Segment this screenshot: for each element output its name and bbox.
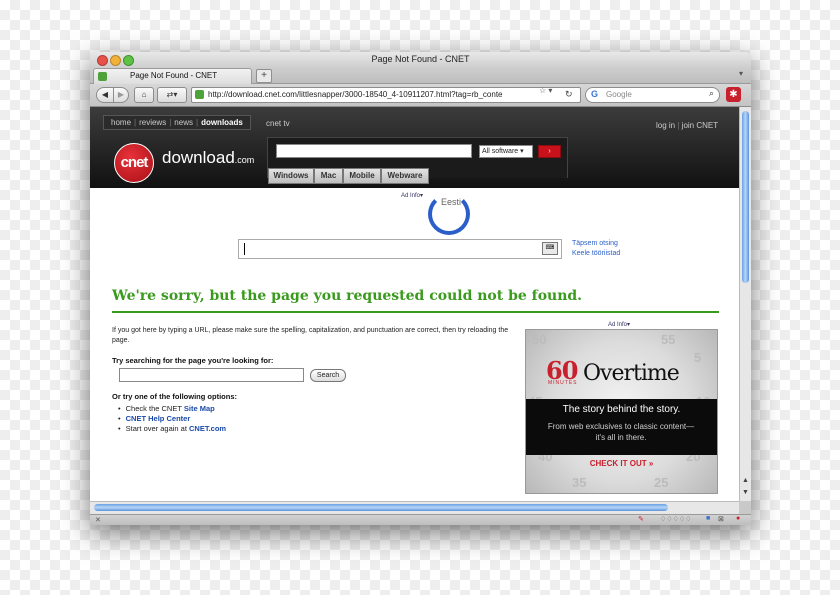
page-viewport: home | reviews | news | downloads cnet tv log … <box>90 107 739 501</box>
scroll-up-icon[interactable]: ▲ <box>742 477 749 484</box>
site-map-link[interactable]: Site Map <box>184 404 215 413</box>
addon-icon[interactable]: ✱ <box>726 87 741 102</box>
tab-page-not-found[interactable]: Page Not Found - CNET <box>93 68 252 84</box>
help-center-link[interactable]: CNET Help Center <box>126 414 191 423</box>
cnet-search-go-button[interactable]: › <box>538 145 561 158</box>
software-select-value: All software <box>482 148 519 155</box>
ad-info-top-label: Ad Info <box>401 193 421 199</box>
new-tab-button[interactable]: + <box>256 69 272 83</box>
nav-cnet-tv[interactable]: cnet tv <box>266 119 290 128</box>
url-text[interactable]: http://download.cnet.com/littlesnapper/3… <box>208 90 503 99</box>
url-favicon-icon <box>195 90 204 99</box>
list-item: Start over again at CNET.com <box>118 424 226 434</box>
options-list: Check the CNET Site Map CNET Help Center… <box>118 404 226 434</box>
vertical-scrollbar[interactable]: ▲ ▼ <box>739 107 751 501</box>
horizontal-scrollbar[interactable] <box>90 501 739 514</box>
addon-status-icon[interactable]: ✎ <box>638 515 644 523</box>
window-title: Page Not Found - CNET <box>371 54 470 64</box>
rating-stars-icon: ♢♢♢♢♢ <box>660 516 692 523</box>
error-heading: We're sorry, but the page you requested … <box>112 288 583 304</box>
browser-window: Page Not Found - CNET Page Not Found - C… <box>90 52 751 525</box>
tab-list-icon[interactable]: ▾ <box>739 69 743 78</box>
options-label: Or try one of the following options: <box>112 392 237 401</box>
download-logo[interactable]: download.com <box>162 148 254 168</box>
forward-button[interactable]: ▶ <box>113 87 129 103</box>
nav-home[interactable]: home <box>108 118 134 127</box>
close-status-icon[interactable]: ✕ <box>95 516 101 524</box>
option-text: Check the CNET <box>125 404 184 413</box>
url-bar[interactable]: http://download.cnet.com/littlesnapper/3… <box>191 87 581 103</box>
tab-mac[interactable]: Mac <box>314 168 343 184</box>
google-search-input[interactable] <box>238 239 562 259</box>
ad-info-side[interactable]: Ad Info▾ <box>608 321 630 328</box>
dial-number: 25 <box>654 475 669 490</box>
tab-bar: Page Not Found - CNET + ▾ <box>90 67 751 84</box>
login-link[interactable]: log in <box>656 121 675 130</box>
nav-reviews[interactable]: reviews <box>136 118 169 127</box>
scroll-down-icon[interactable]: ▼ <box>742 489 749 496</box>
check-it-out-link[interactable]: CHECK IT OUT » <box>526 459 717 468</box>
try-search-label: Try searching for the page you're lookin… <box>112 356 274 365</box>
ad-info-top[interactable]: Ad Info▾ <box>401 192 423 199</box>
list-item: CNET Help Center <box>118 414 226 424</box>
title-bar: Page Not Found - CNET <box>90 52 751 67</box>
overtime-ad[interactable]: 55 5 50 10 45 15 40 20 35 25 60 MINUTES … <box>525 329 718 494</box>
ad-headline: The story behind the story. <box>562 404 681 415</box>
error-body: If you got here by typing a URL, please … <box>112 327 509 344</box>
navigation-toolbar: ◀ ▶ ⌂ ⇄▾ http://download.cnet.com/little… <box>90 84 751 107</box>
reload-icon[interactable]: ↻ <box>565 89 573 100</box>
heading-rule <box>112 311 719 313</box>
option-text: Start over again at <box>125 424 190 433</box>
nav-news[interactable]: news <box>171 118 196 127</box>
status-bar: ✕ ✎ ♢♢♢♢♢ ■ ⊠ ● <box>90 514 751 525</box>
cnet-header: home | reviews | news | downloads cnet tv log … <box>90 107 739 188</box>
tab-label: Page Not Found - CNET <box>130 71 218 80</box>
cnet-logo[interactable]: cnet <box>114 143 154 183</box>
cnet-search-input[interactable] <box>276 144 472 158</box>
ad-subtext: From web exclusives to classic content—i… <box>547 422 695 442</box>
ad-info-side-label: Ad Info <box>608 322 628 328</box>
download-logo-text: download <box>162 148 235 167</box>
minutes-label: MINUTES <box>548 380 578 386</box>
text-cursor <box>244 243 245 255</box>
firebug-icon[interactable]: ● <box>736 515 740 522</box>
favicon-icon <box>98 72 107 81</box>
horizontal-scroll-thumb[interactable] <box>94 504 668 511</box>
join-link[interactable]: join CNET <box>682 121 718 130</box>
resize-icon[interactable]: ⊠ <box>718 515 724 523</box>
dial-number: 5 <box>694 350 702 365</box>
advanced-search-link[interactable]: Täpsem otsing <box>572 240 618 247</box>
account-links: log in | join CNET <box>656 121 719 130</box>
extension-icon[interactable]: ■ <box>706 515 710 522</box>
google-locale: Eesti <box>441 197 462 207</box>
page-search-input[interactable] <box>119 368 304 382</box>
vertical-scroll-thumb[interactable] <box>742 111 749 283</box>
dial-number: 55 <box>661 332 676 347</box>
back-button[interactable]: ◀ <box>96 87 114 103</box>
overtime-logo: Overtime <box>583 361 680 386</box>
sync-icon[interactable]: ⇄▾ <box>157 87 187 103</box>
bookmark-star-icon[interactable]: ☆ ▾ <box>539 86 552 95</box>
keyboard-icon[interactable]: ⌨ <box>542 242 558 255</box>
language-tools-link[interactable]: Keele tööriistad <box>572 250 620 257</box>
top-nav: home | reviews | news | downloads <box>103 115 251 130</box>
home-button[interactable]: ⌂ <box>134 87 154 103</box>
search-bar[interactable]: G Google ⌕ <box>585 87 720 103</box>
download-logo-com: .com <box>234 155 255 165</box>
tab-webware[interactable]: Webware <box>381 168 429 184</box>
dial-number: 50 <box>532 332 547 347</box>
search-icon[interactable]: ⌕ <box>709 88 714 99</box>
search-button[interactable]: Search <box>310 369 346 382</box>
dial-number: 35 <box>572 475 587 490</box>
search-placeholder: Google <box>606 90 632 99</box>
list-item: Check the CNET Site Map <box>118 404 226 414</box>
tab-windows[interactable]: Windows <box>268 168 314 184</box>
software-select[interactable]: All software ▾ <box>479 145 533 158</box>
cnet-com-link[interactable]: CNET.com <box>189 424 226 433</box>
google-engine-icon[interactable]: G <box>591 89 598 99</box>
nav-downloads[interactable]: downloads <box>198 118 246 127</box>
tab-mobile[interactable]: Mobile <box>343 168 381 184</box>
